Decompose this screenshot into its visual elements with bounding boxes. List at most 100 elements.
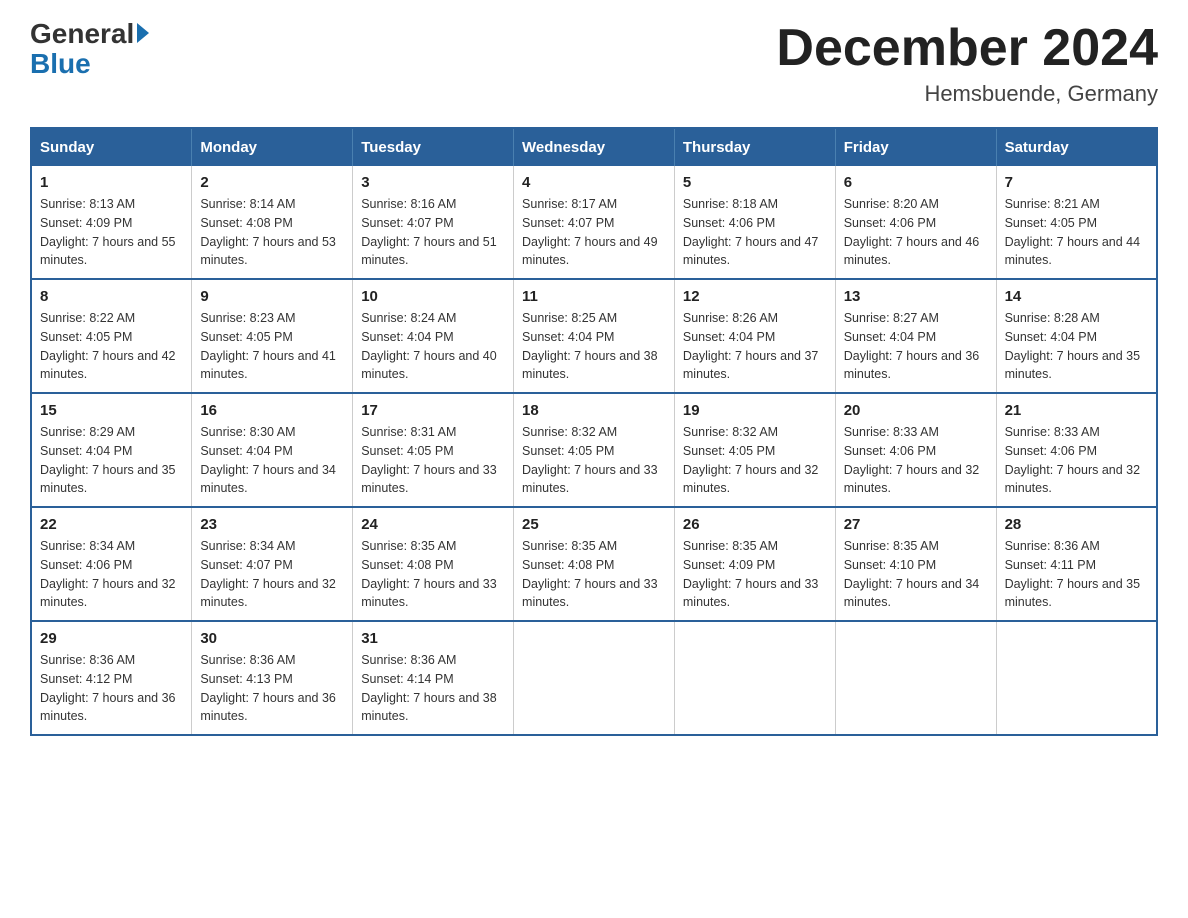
day-number: 28	[1005, 516, 1148, 533]
calendar-cell: 17 Sunrise: 8:31 AM Sunset: 4:05 PM Dayl…	[353, 393, 514, 507]
day-number: 29	[40, 630, 183, 647]
sunrise-label: Sunrise: 8:35 AM	[844, 539, 939, 553]
day-info: Sunrise: 8:35 AM Sunset: 4:10 PM Dayligh…	[844, 537, 988, 612]
day-number: 3	[361, 174, 505, 191]
calendar-cell: 3 Sunrise: 8:16 AM Sunset: 4:07 PM Dayli…	[353, 166, 514, 279]
day-info: Sunrise: 8:14 AM Sunset: 4:08 PM Dayligh…	[200, 195, 344, 270]
calendar-cell: 1 Sunrise: 8:13 AM Sunset: 4:09 PM Dayli…	[31, 166, 192, 279]
day-number: 13	[844, 288, 988, 305]
day-number: 18	[522, 402, 666, 419]
day-info: Sunrise: 8:33 AM Sunset: 4:06 PM Dayligh…	[1005, 423, 1148, 498]
sunrise-label: Sunrise: 8:32 AM	[683, 425, 778, 439]
sunset-label: Sunset: 4:04 PM	[361, 330, 453, 344]
calendar-cell	[514, 621, 675, 735]
sunset-label: Sunset: 4:12 PM	[40, 672, 132, 686]
sunrise-label: Sunrise: 8:35 AM	[361, 539, 456, 553]
calendar-cell: 28 Sunrise: 8:36 AM Sunset: 4:11 PM Dayl…	[996, 507, 1157, 621]
sunset-label: Sunset: 4:06 PM	[844, 216, 936, 230]
daylight-label: Daylight: 7 hours and 32 minutes.	[1005, 463, 1141, 496]
daylight-label: Daylight: 7 hours and 32 minutes.	[683, 463, 819, 496]
day-number: 7	[1005, 174, 1148, 191]
sunset-label: Sunset: 4:04 PM	[200, 444, 292, 458]
sunrise-label: Sunrise: 8:33 AM	[844, 425, 939, 439]
calendar-cell: 5 Sunrise: 8:18 AM Sunset: 4:06 PM Dayli…	[674, 166, 835, 279]
day-number: 26	[683, 516, 827, 533]
day-info: Sunrise: 8:36 AM Sunset: 4:13 PM Dayligh…	[200, 651, 344, 726]
page-header: General Blue December 2024 Hemsbuende, G…	[30, 20, 1158, 107]
daylight-label: Daylight: 7 hours and 33 minutes.	[522, 577, 658, 610]
header-tuesday: Tuesday	[353, 128, 514, 166]
sunrise-label: Sunrise: 8:14 AM	[200, 197, 295, 211]
header-wednesday: Wednesday	[514, 128, 675, 166]
calendar-cell: 12 Sunrise: 8:26 AM Sunset: 4:04 PM Dayl…	[674, 279, 835, 393]
day-info: Sunrise: 8:35 AM Sunset: 4:08 PM Dayligh…	[522, 537, 666, 612]
daylight-label: Daylight: 7 hours and 42 minutes.	[40, 349, 176, 382]
title-block: December 2024 Hemsbuende, Germany	[776, 20, 1158, 107]
sunset-label: Sunset: 4:07 PM	[200, 558, 292, 572]
calendar-cell: 10 Sunrise: 8:24 AM Sunset: 4:04 PM Dayl…	[353, 279, 514, 393]
daylight-label: Daylight: 7 hours and 34 minutes.	[200, 463, 336, 496]
day-info: Sunrise: 8:34 AM Sunset: 4:07 PM Dayligh…	[200, 537, 344, 612]
sunset-label: Sunset: 4:05 PM	[683, 444, 775, 458]
daylight-label: Daylight: 7 hours and 38 minutes.	[522, 349, 658, 382]
calendar-cell	[835, 621, 996, 735]
calendar-cell: 2 Sunrise: 8:14 AM Sunset: 4:08 PM Dayli…	[192, 166, 353, 279]
day-number: 14	[1005, 288, 1148, 305]
day-number: 11	[522, 288, 666, 305]
daylight-label: Daylight: 7 hours and 32 minutes.	[200, 577, 336, 610]
sunset-label: Sunset: 4:04 PM	[522, 330, 614, 344]
sunset-label: Sunset: 4:08 PM	[522, 558, 614, 572]
header-thursday: Thursday	[674, 128, 835, 166]
calendar-cell: 27 Sunrise: 8:35 AM Sunset: 4:10 PM Dayl…	[835, 507, 996, 621]
sunrise-label: Sunrise: 8:26 AM	[683, 311, 778, 325]
sunset-label: Sunset: 4:05 PM	[1005, 216, 1097, 230]
calendar-cell: 15 Sunrise: 8:29 AM Sunset: 4:04 PM Dayl…	[31, 393, 192, 507]
calendar-cell: 6 Sunrise: 8:20 AM Sunset: 4:06 PM Dayli…	[835, 166, 996, 279]
sunset-label: Sunset: 4:07 PM	[361, 216, 453, 230]
day-number: 31	[361, 630, 505, 647]
sunset-label: Sunset: 4:07 PM	[522, 216, 614, 230]
calendar-body: 1 Sunrise: 8:13 AM Sunset: 4:09 PM Dayli…	[31, 166, 1157, 735]
daylight-label: Daylight: 7 hours and 55 minutes.	[40, 235, 176, 268]
daylight-label: Daylight: 7 hours and 38 minutes.	[361, 691, 497, 724]
calendar-cell: 22 Sunrise: 8:34 AM Sunset: 4:06 PM Dayl…	[31, 507, 192, 621]
calendar-week-1: 1 Sunrise: 8:13 AM Sunset: 4:09 PM Dayli…	[31, 166, 1157, 279]
day-number: 24	[361, 516, 505, 533]
sunrise-label: Sunrise: 8:34 AM	[40, 539, 135, 553]
day-number: 25	[522, 516, 666, 533]
calendar-cell: 18 Sunrise: 8:32 AM Sunset: 4:05 PM Dayl…	[514, 393, 675, 507]
day-info: Sunrise: 8:26 AM Sunset: 4:04 PM Dayligh…	[683, 309, 827, 384]
sunset-label: Sunset: 4:10 PM	[844, 558, 936, 572]
sunset-label: Sunset: 4:06 PM	[844, 444, 936, 458]
day-info: Sunrise: 8:32 AM Sunset: 4:05 PM Dayligh…	[522, 423, 666, 498]
daylight-label: Daylight: 7 hours and 46 minutes.	[844, 235, 980, 268]
daylight-label: Daylight: 7 hours and 53 minutes.	[200, 235, 336, 268]
header-sunday: Sunday	[31, 128, 192, 166]
daylight-label: Daylight: 7 hours and 32 minutes.	[40, 577, 176, 610]
day-number: 22	[40, 516, 183, 533]
day-info: Sunrise: 8:27 AM Sunset: 4:04 PM Dayligh…	[844, 309, 988, 384]
day-number: 27	[844, 516, 988, 533]
day-number: 16	[200, 402, 344, 419]
day-info: Sunrise: 8:35 AM Sunset: 4:08 PM Dayligh…	[361, 537, 505, 612]
daylight-label: Daylight: 7 hours and 35 minutes.	[1005, 577, 1141, 610]
day-info: Sunrise: 8:36 AM Sunset: 4:12 PM Dayligh…	[40, 651, 183, 726]
calendar-cell: 29 Sunrise: 8:36 AM Sunset: 4:12 PM Dayl…	[31, 621, 192, 735]
daylight-label: Daylight: 7 hours and 35 minutes.	[40, 463, 176, 496]
day-info: Sunrise: 8:31 AM Sunset: 4:05 PM Dayligh…	[361, 423, 505, 498]
day-number: 12	[683, 288, 827, 305]
day-info: Sunrise: 8:13 AM Sunset: 4:09 PM Dayligh…	[40, 195, 183, 270]
day-number: 6	[844, 174, 988, 191]
calendar-cell: 4 Sunrise: 8:17 AM Sunset: 4:07 PM Dayli…	[514, 166, 675, 279]
day-number: 8	[40, 288, 183, 305]
day-number: 9	[200, 288, 344, 305]
sunset-label: Sunset: 4:04 PM	[40, 444, 132, 458]
sunrise-label: Sunrise: 8:18 AM	[683, 197, 778, 211]
calendar-cell: 23 Sunrise: 8:34 AM Sunset: 4:07 PM Dayl…	[192, 507, 353, 621]
daylight-label: Daylight: 7 hours and 37 minutes.	[683, 349, 819, 382]
day-number: 21	[1005, 402, 1148, 419]
sunset-label: Sunset: 4:14 PM	[361, 672, 453, 686]
calendar-title: December 2024	[776, 20, 1158, 77]
sunset-label: Sunset: 4:11 PM	[1005, 558, 1097, 572]
sunset-label: Sunset: 4:09 PM	[683, 558, 775, 572]
